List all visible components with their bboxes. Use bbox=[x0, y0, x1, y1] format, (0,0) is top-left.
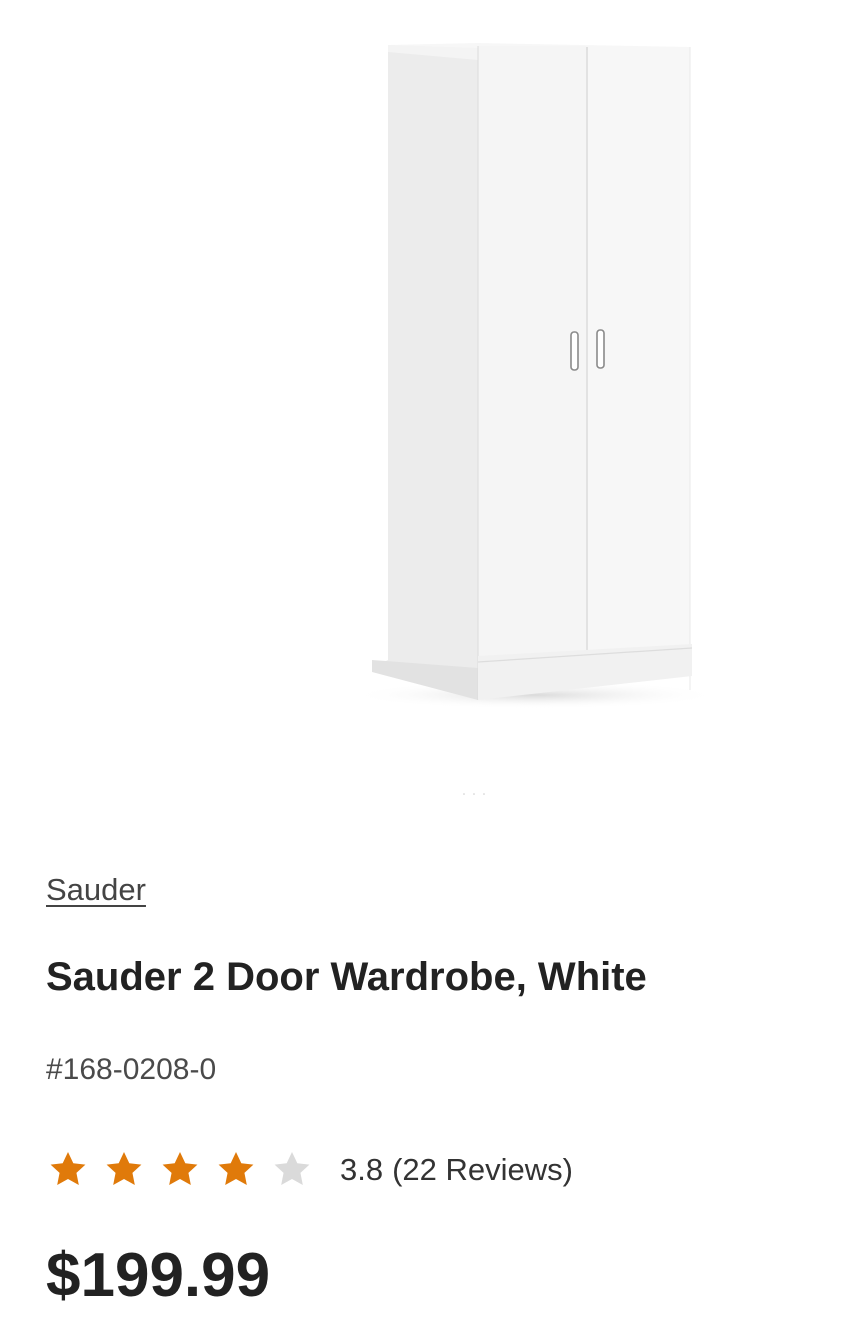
product-title: Sauder 2 Door Wardrobe, White bbox=[46, 955, 647, 999]
brand-link[interactable]: Sauder bbox=[46, 872, 146, 908]
product-price: $199.99 bbox=[46, 1241, 271, 1310]
star-filled-icon bbox=[162, 1152, 198, 1186]
wardrobe-illustration bbox=[350, 43, 720, 795]
rating-value: 3.8 bbox=[340, 1152, 384, 1187]
rating-text: 3.8 (22 Reviews) bbox=[340, 1152, 573, 1188]
star-empty-icon bbox=[274, 1152, 310, 1186]
product-sku: #168-0208-0 bbox=[46, 1053, 217, 1086]
review-count[interactable]: (22 Reviews) bbox=[392, 1152, 573, 1188]
star-filled-icon bbox=[50, 1152, 86, 1186]
star-filled-icon bbox=[106, 1152, 142, 1186]
star-rating bbox=[46, 1148, 314, 1192]
rating-summary[interactable]: 3.8 (22 Reviews) bbox=[46, 1148, 573, 1192]
star-filled-icon bbox=[218, 1152, 254, 1186]
product-image[interactable] bbox=[0, 0, 859, 820]
